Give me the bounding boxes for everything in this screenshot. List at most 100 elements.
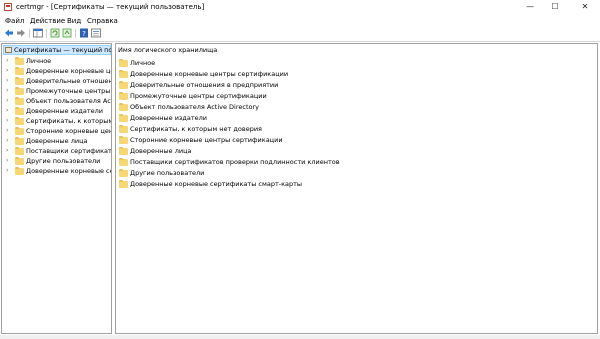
list-item-label: Промежуточные центры сертификации [130,92,267,100]
list-item-label: Другие пользователи [130,169,205,177]
menu-help[interactable]: Справка [87,17,118,25]
tree-item-label: Доверенные корневые це [26,67,112,75]
list-item-third-party-root[interactable]: Сторонние корневые центры сертификации [118,135,418,145]
list-item-label: Доверенные лица [130,147,192,155]
tree-item-third-party-root[interactable]: › Сторонние корневые центр [2,126,112,136]
help-icon[interactable]: ? [79,28,89,38]
tree-item-label: Промежуточные центры се [26,87,112,95]
expand-chevron-icon[interactable]: › [6,157,8,164]
folder-icon [15,107,24,115]
tree-item-trusted-root[interactable]: › Доверенные корневые це [2,66,112,76]
folder-icon [15,97,24,105]
certificates-snapin-icon [5,47,12,53]
menu-action[interactable]: Действие [30,17,65,25]
folder-icon [15,87,24,95]
list-item-trusted-publishers[interactable]: Доверенные издатели [118,113,418,123]
tree-item-untrusted[interactable]: › Сертификаты, к которым не [2,116,111,126]
list-item-label: Поставщики сертификатов проверки подлинн… [130,158,340,166]
tree-item-label: Доверенные корневые сертиф [26,167,111,175]
expand-chevron-icon[interactable]: › [6,127,8,134]
list-item-smart-card-root[interactable]: Доверенные корневые сертификаты смарт-ка… [118,179,418,189]
list-item-enterprise-trust[interactable]: Доверительные отношения в предприятии [118,80,418,90]
tree-item-other-people[interactable]: › Другие пользователи [2,156,110,166]
list-item-personal[interactable]: Личное [118,58,418,68]
folder-icon [119,59,128,67]
list-item-label: Доверенные издатели [130,114,208,122]
folder-icon [15,147,24,155]
expand-chevron-icon[interactable]: › [6,97,8,104]
expand-chevron-icon[interactable]: › [6,67,8,74]
list-item-active-directory-user[interactable]: Объект пользователя Active Directory [118,102,418,112]
expand-chevron-icon[interactable]: › [6,107,8,114]
menu-file[interactable]: Файл [5,17,24,25]
folder-icon [119,103,128,111]
toolbar-separator [46,29,47,38]
list-item-other-people[interactable]: Другие пользователи [118,168,418,178]
refresh-icon[interactable] [50,28,60,38]
folder-icon [15,167,24,175]
toolbar-separator [29,29,30,38]
expand-chevron-icon[interactable]: › [6,117,8,124]
list-item-intermediate-ca[interactable]: Промежуточные центры сертификации [118,91,418,101]
show-console-tree-icon[interactable] [33,28,43,38]
list-item-client-auth-issuers[interactable]: Поставщики сертификатов проверки подлинн… [118,157,418,167]
tree-item-label: Другие пользователи [26,157,101,165]
menu-view[interactable]: Вид [67,17,81,25]
close-button[interactable]: ✕ [575,0,595,14]
folder-icon [119,169,128,177]
folder-icon [15,117,24,125]
menu-bar: Файл Действие Вид Справка [0,15,600,26]
column-header-store-name[interactable]: Имя логического хранилища [118,46,217,54]
list-item-untrusted[interactable]: Сертификаты, к которым нет доверия [118,124,418,134]
tree-item-intermediate-ca[interactable]: › Промежуточные центры се [2,86,112,96]
expand-chevron-icon[interactable]: › [6,167,8,174]
minimize-button[interactable]: — [520,0,540,14]
folder-icon [119,136,128,144]
tree-item-enterprise-trust[interactable]: › Доверительные отношени [2,76,112,86]
folder-icon [15,157,24,165]
expand-chevron-icon[interactable]: › [6,87,8,94]
console-tree-pane[interactable]: Сертификаты — текущий пользо › Личное › … [1,43,112,334]
expand-chevron-icon[interactable]: › [6,137,8,144]
folder-icon [15,137,24,145]
export-list-icon[interactable] [62,28,72,38]
back-arrow-icon[interactable] [4,28,14,38]
folder-icon [119,70,128,78]
toolbar: ? [0,27,600,40]
certmgr-app-icon[interactable] [4,3,12,11]
list-item-trusted-people[interactable]: Доверенные лица [118,146,418,156]
folder-icon [119,125,128,133]
folder-icon [119,158,128,166]
tree-item-smart-card-root[interactable]: › Доверенные корневые сертиф [2,166,111,176]
expand-chevron-icon[interactable]: › [6,77,8,84]
tree-item-label: Объект пользователя Active [26,97,111,105]
tree-item-label: Личное [26,57,52,65]
folder-icon [119,180,128,188]
toolbar-divider [0,41,600,42]
folder-icon [15,77,24,85]
window-title: certmgr - [Сертификаты — текущий пользов… [16,3,205,11]
tree-item-label: Доверительные отношени [26,77,112,85]
list-item-label: Доверительные отношения в предприятии [130,81,279,89]
tree-item-client-auth-issuers[interactable]: › Поставщики сертификатов [2,146,111,156]
folder-icon [15,57,24,65]
maximize-button[interactable]: ☐ [545,0,565,14]
results-pane[interactable]: Имя логического хранилища Личное Доверен… [115,43,598,334]
folder-icon [119,147,128,155]
tree-item-active-directory-user[interactable]: › Объект пользователя Active [2,96,111,106]
expand-chevron-icon[interactable]: › [6,147,8,154]
tree-root-certificates-current-user[interactable]: Сертификаты — текущий пользо [3,45,111,55]
properties-icon[interactable] [91,28,101,38]
expand-chevron-icon[interactable]: › [6,57,8,64]
forward-arrow-icon[interactable] [16,28,26,38]
tree-item-personal[interactable]: › Личное [2,56,110,66]
status-bar [0,335,600,339]
tree-item-trusted-publishers[interactable]: › Доверенные издатели [2,106,110,116]
list-item-label: Сертификаты, к которым нет доверия [130,125,262,133]
list-item-label: Доверенные корневые центры сертификации [130,70,289,78]
folder-icon [119,81,128,89]
tree-item-trusted-people[interactable]: › Доверенные лица [2,136,110,146]
tree-item-label: Сторонние корневые центр [26,127,112,135]
svg-text:?: ? [82,30,86,38]
list-item-trusted-root[interactable]: Доверенные корневые центры сертификации [118,69,418,79]
